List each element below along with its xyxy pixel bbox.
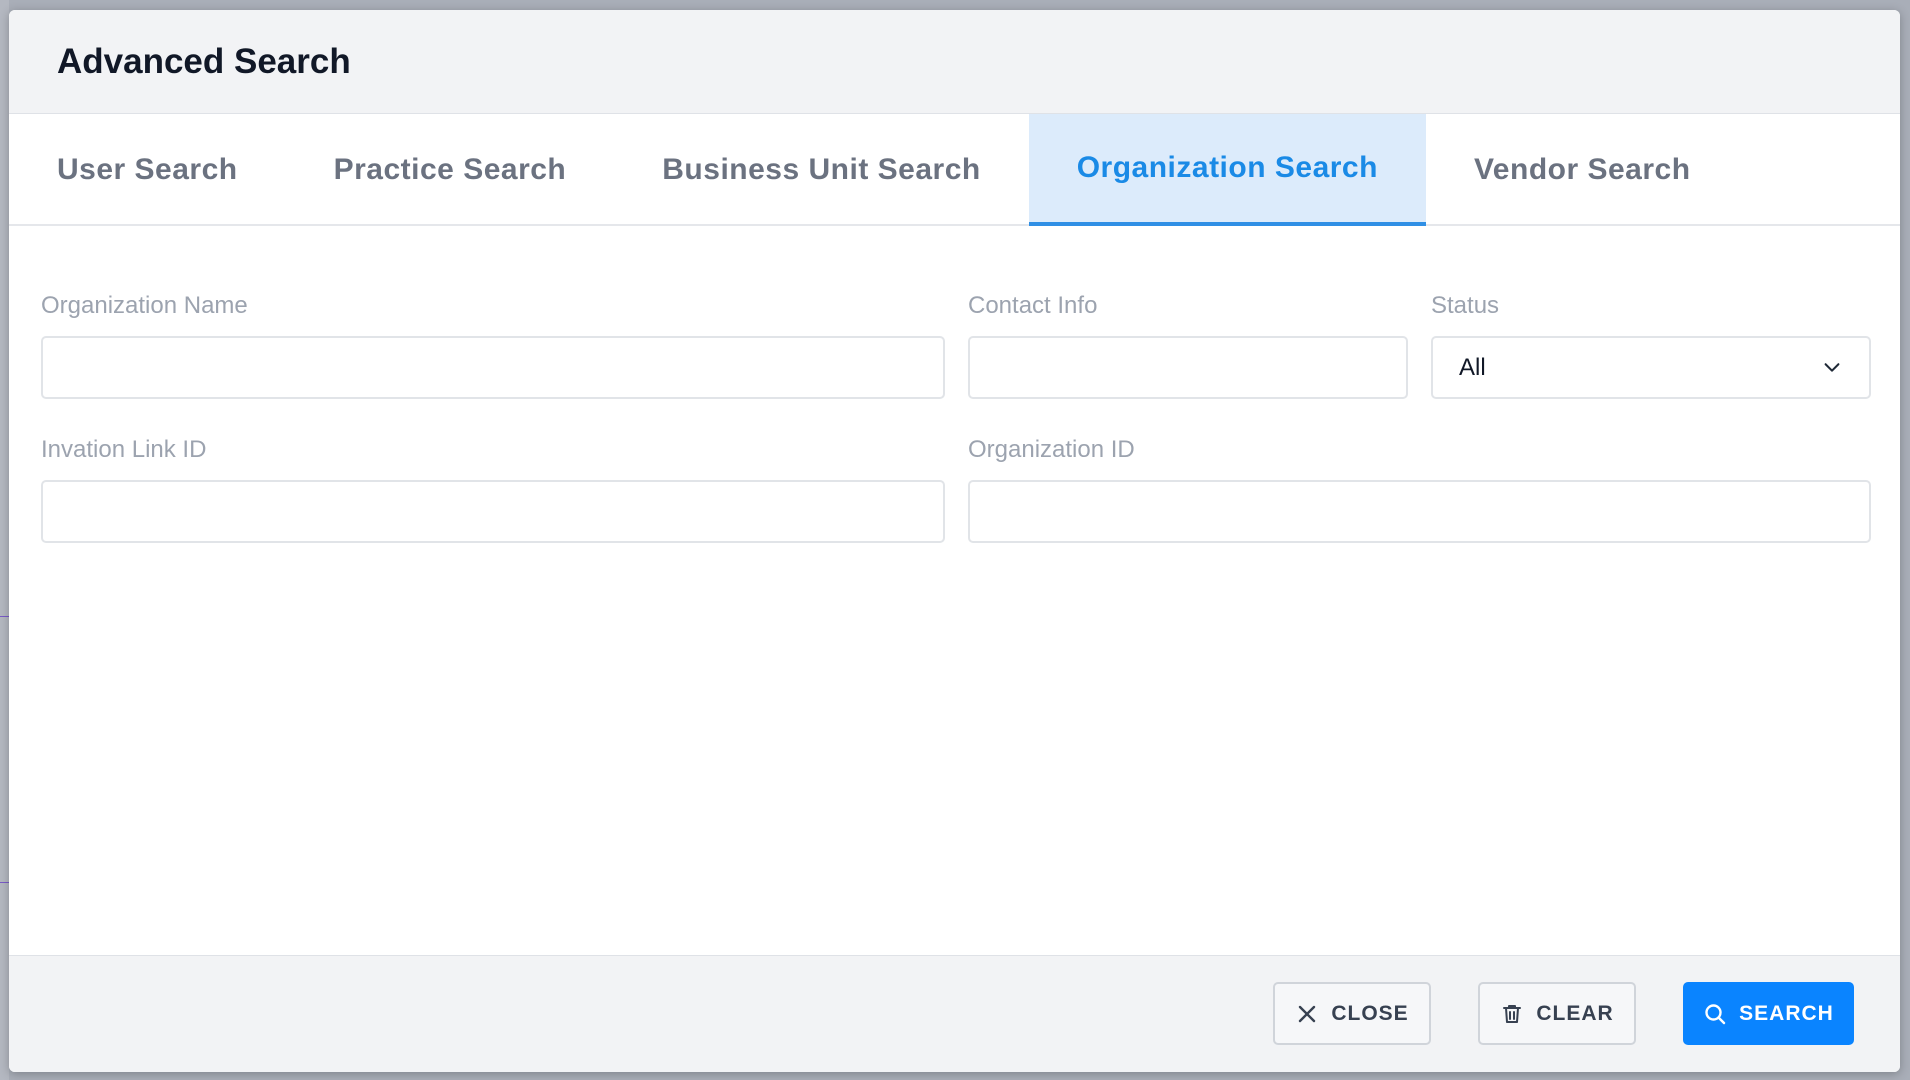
clear-button-label: CLEAR (1536, 1001, 1614, 1025)
contact-info-label: Contact Info (968, 292, 1098, 319)
organization-name-input[interactable] (41, 336, 945, 399)
status-select[interactable]: All (1431, 336, 1871, 399)
modal-footer: CLOSE CLEAR SEARCH (9, 955, 1900, 1072)
search-icon (1705, 1003, 1726, 1024)
chevron-down-icon (1824, 363, 1840, 372)
modal-title: Advanced Search (57, 41, 351, 81)
organization-id-input[interactable] (968, 480, 1871, 543)
invitation-link-id-label: Invation Link ID (41, 436, 207, 463)
trash-icon (1503, 1004, 1522, 1023)
clear-button[interactable]: CLEAR (1478, 982, 1636, 1045)
tab-business-unit-search[interactable]: Business Unit Search (614, 114, 1028, 226)
organization-name-label: Organization Name (41, 292, 248, 319)
advanced-search-modal: Advanced Search User Search Practice Sea… (9, 10, 1900, 1072)
close-button-label: CLOSE (1331, 1001, 1409, 1025)
tab-organization-search[interactable]: Organization Search (1028, 114, 1426, 226)
backdrop-divider (0, 616, 9, 617)
tab-user-search[interactable]: User Search (9, 114, 286, 226)
tab-vendor-search[interactable]: Vendor Search (1426, 114, 1739, 226)
search-button-label: SEARCH (1739, 1001, 1834, 1025)
close-icon (1299, 1005, 1316, 1022)
search-tabs: User Search Practice Search Business Uni… (9, 114, 1900, 226)
status-label: Status (1431, 292, 1500, 319)
status-select-value: All (1459, 353, 1486, 381)
contact-info-input[interactable] (968, 336, 1408, 399)
modal-header: Advanced Search (9, 10, 1900, 114)
backdrop-divider (0, 882, 9, 883)
tab-practice-search[interactable]: Practice Search (286, 114, 615, 226)
close-button[interactable]: CLOSE (1273, 982, 1431, 1045)
backdrop-page (0, 0, 9, 1080)
invitation-link-id-input[interactable] (41, 480, 945, 543)
organization-id-label: Organization ID (968, 436, 1135, 463)
search-button[interactable]: SEARCH (1683, 982, 1854, 1045)
